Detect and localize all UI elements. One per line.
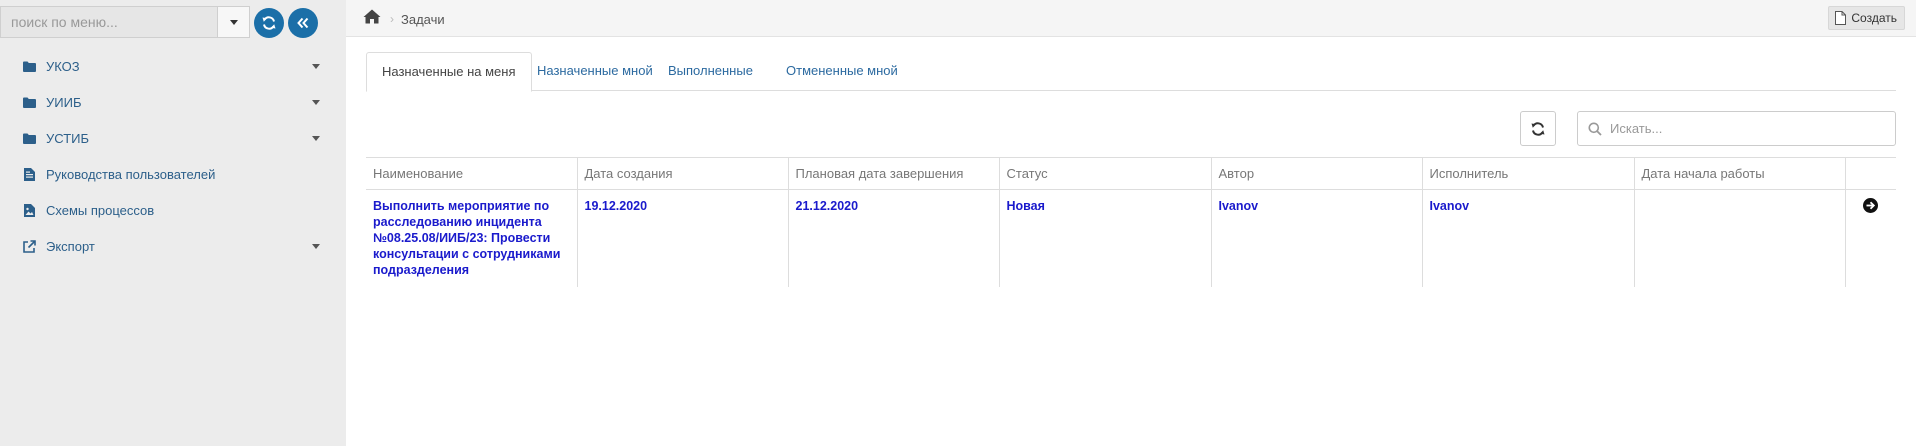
task-name-link[interactable]: Выполнить мероприятие по расследованию и… bbox=[373, 199, 560, 277]
document-icon bbox=[22, 167, 36, 181]
tasks-table: Наименование Дата создания Плановая дата… bbox=[366, 157, 1896, 287]
column-header-status[interactable]: Статус bbox=[998, 157, 1211, 190]
search-icon bbox=[1588, 122, 1602, 139]
breadcrumb-separator: › bbox=[390, 12, 394, 26]
planned-end-date-link[interactable]: 21.12.2020 bbox=[796, 199, 859, 213]
created-date-link[interactable]: 19.12.2020 bbox=[585, 199, 648, 213]
sidebar-item-label: Экспорт bbox=[46, 238, 95, 254]
cell-created: 19.12.2020 bbox=[576, 189, 788, 287]
folder-icon bbox=[22, 131, 36, 145]
sidebar-item-process-schemes[interactable]: Схемы процессов bbox=[0, 192, 346, 228]
tab-assigned-to-me[interactable]: Назначенные на меня bbox=[366, 52, 532, 92]
tab-completed[interactable]: Выполненные bbox=[653, 52, 768, 91]
cell-actions bbox=[1844, 189, 1896, 287]
sidebar-item-user-guides[interactable]: Руководства пользователей bbox=[0, 156, 346, 192]
collapse-sidebar-button[interactable] bbox=[288, 8, 318, 38]
sidebar: УКОЗ УИИБ УСТИБ Руководства пользователе… bbox=[0, 0, 346, 446]
table-search-input[interactable] bbox=[1610, 112, 1890, 145]
topbar: › Задачи Создать bbox=[346, 0, 1916, 37]
sidebar-item-label: УСТИБ bbox=[46, 130, 90, 146]
sidebar-item-label: Руководства пользователей bbox=[46, 166, 216, 182]
caret-down-icon bbox=[312, 64, 320, 69]
menu-search-input[interactable] bbox=[0, 6, 218, 38]
column-header-assignee[interactable]: Исполнитель bbox=[1421, 157, 1634, 190]
create-button[interactable]: Создать bbox=[1828, 6, 1905, 30]
column-header-planned-end[interactable]: Плановая дата завершения bbox=[787, 157, 999, 190]
chevron-down-icon bbox=[229, 19, 238, 25]
sidebar-item-export[interactable]: Экспорт bbox=[0, 228, 346, 264]
caret-down-icon bbox=[312, 136, 320, 141]
folder-icon bbox=[22, 59, 36, 73]
open-task-arrow-icon[interactable] bbox=[1863, 198, 1879, 213]
external-link-icon bbox=[22, 239, 36, 253]
caret-down-icon bbox=[312, 100, 320, 105]
sidebar-item-ukoz[interactable]: УКОЗ bbox=[0, 48, 346, 84]
cell-name: Выполнить мероприятие по расследованию и… bbox=[366, 190, 577, 287]
refresh-menu-button[interactable] bbox=[254, 8, 284, 38]
refresh-table-button[interactable] bbox=[1520, 111, 1556, 146]
refresh-icon bbox=[262, 16, 276, 30]
sidebar-item-ustib[interactable]: УСТИБ bbox=[0, 120, 346, 156]
caret-down-icon bbox=[312, 244, 320, 249]
tab-cancelled-by-me[interactable]: Отмененные мной bbox=[771, 52, 913, 91]
new-document-icon bbox=[1835, 11, 1847, 25]
home-icon[interactable] bbox=[363, 9, 381, 27]
column-header-start-date[interactable]: Дата начала работы bbox=[1633, 157, 1845, 190]
column-header-created[interactable]: Дата создания bbox=[576, 157, 788, 190]
folder-icon bbox=[22, 95, 36, 109]
cell-status: Новая bbox=[998, 189, 1211, 287]
task-tabs: Назначенные на меня Назначенные мной Вып… bbox=[366, 52, 1896, 92]
author-link[interactable]: Ivanov bbox=[1219, 199, 1259, 213]
create-button-label: Создать bbox=[1851, 11, 1897, 25]
assignee-link[interactable]: Ivanov bbox=[1430, 199, 1470, 213]
menu-search bbox=[0, 6, 250, 38]
sidebar-menu: УКОЗ УИИБ УСТИБ Руководства пользователе… bbox=[0, 48, 346, 264]
table-header-row: Наименование Дата создания Плановая дата… bbox=[366, 157, 1896, 190]
image-icon bbox=[22, 203, 36, 217]
cell-start-date bbox=[1633, 189, 1845, 287]
sidebar-item-label: Схемы процессов bbox=[46, 202, 155, 218]
cell-assignee: Ivanov bbox=[1421, 189, 1634, 287]
cell-planned-end: 21.12.2020 bbox=[787, 189, 999, 287]
sidebar-item-label: УКОЗ bbox=[46, 58, 80, 74]
table-row[interactable]: Выполнить мероприятие по расследованию и… bbox=[366, 189, 1896, 287]
breadcrumb-current: Задачи bbox=[401, 12, 445, 27]
column-header-actions bbox=[1844, 157, 1896, 190]
column-header-name[interactable]: Наименование bbox=[366, 157, 577, 190]
sidebar-item-uiib[interactable]: УИИБ bbox=[0, 84, 346, 120]
refresh-icon bbox=[1531, 121, 1545, 136]
status-link[interactable]: Новая bbox=[1007, 199, 1045, 213]
cell-author: Ivanov bbox=[1210, 189, 1422, 287]
table-search bbox=[1577, 111, 1896, 146]
double-chevron-left-icon bbox=[297, 17, 309, 29]
sidebar-item-label: УИИБ bbox=[46, 94, 82, 110]
menu-search-dropdown-button[interactable] bbox=[217, 6, 250, 38]
column-header-author[interactable]: Автор bbox=[1210, 157, 1422, 190]
tab-assigned-by-me[interactable]: Назначенные мной bbox=[522, 52, 668, 91]
